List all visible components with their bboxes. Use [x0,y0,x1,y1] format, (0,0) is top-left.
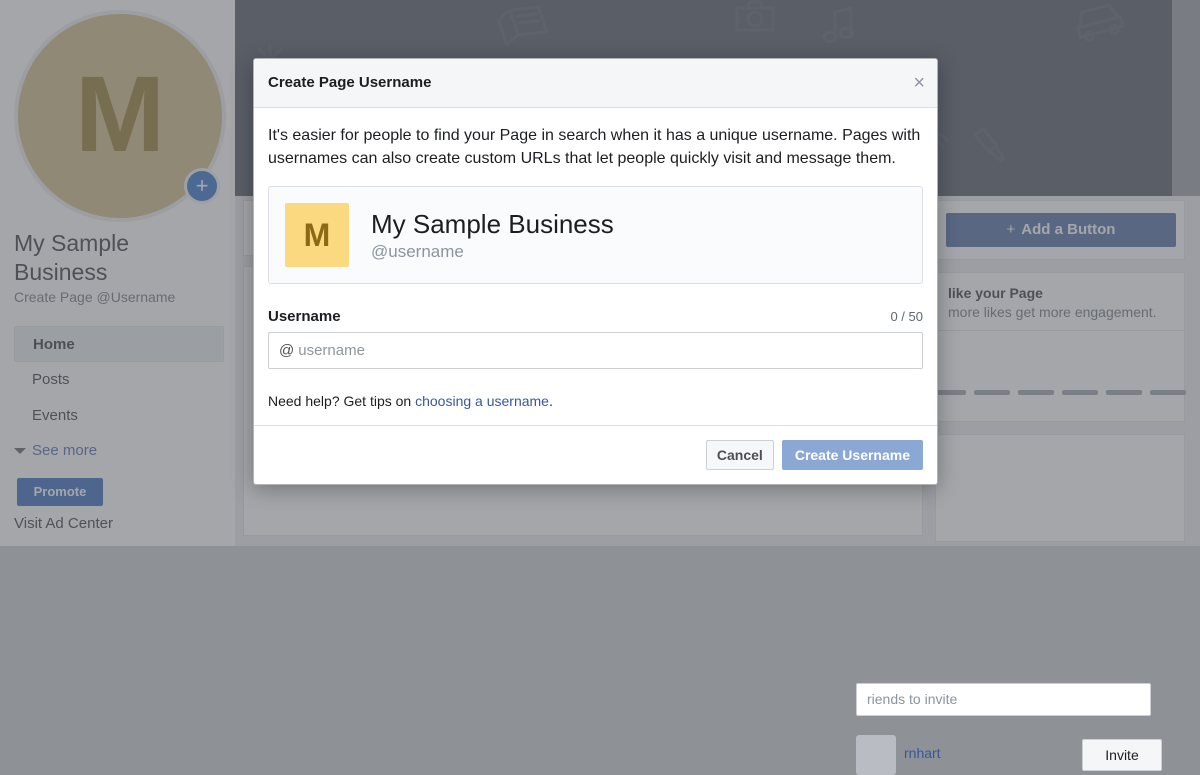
help-line: Need help? Get tips on choosing a userna… [268,393,923,425]
preview-page-name: My Sample Business [371,209,614,239]
page-preview-card: M My Sample Business @username [268,186,923,284]
invite-row: rnhart Invite [856,735,1166,775]
cancel-button[interactable]: Cancel [706,440,774,470]
friend-name[interactable]: rnhart [904,745,941,761]
close-icon[interactable]: × [913,59,925,107]
dialog-title: Create Page Username [268,59,431,107]
preview-avatar: M [285,203,349,267]
help-prefix: Need help? Get tips on [268,393,415,409]
username-char-counter: 0 / 50 [890,309,923,324]
dialog-header: Create Page Username × [254,59,937,108]
invite-button[interactable]: Invite [1082,739,1162,771]
dialog-description: It's easier for people to find your Page… [268,124,923,170]
create-page-username-dialog: Create Page Username × It's easier for p… [253,58,938,485]
username-placeholder: username [298,342,365,359]
friends-search-input[interactable]: riends to invite [856,683,1151,716]
username-input[interactable]: @ username [268,332,923,369]
username-field-header: Username 0 / 50 [268,308,923,325]
choosing-a-username-link[interactable]: choosing a username [415,393,549,409]
username-label: Username [268,308,341,325]
dialog-footer: Cancel Create Username [254,425,937,484]
preview-handle: @username [371,242,614,262]
friend-avatar[interactable] [856,735,896,775]
facebook-page: M + My Sample Business Create Page @User… [0,0,1200,546]
create-username-button[interactable]: Create Username [782,440,923,470]
at-symbol-icon: @ [279,342,294,359]
dialog-body: It's easier for people to find your Page… [254,108,937,425]
help-suffix: . [549,393,553,409]
preview-text: My Sample Business @username [371,209,614,262]
